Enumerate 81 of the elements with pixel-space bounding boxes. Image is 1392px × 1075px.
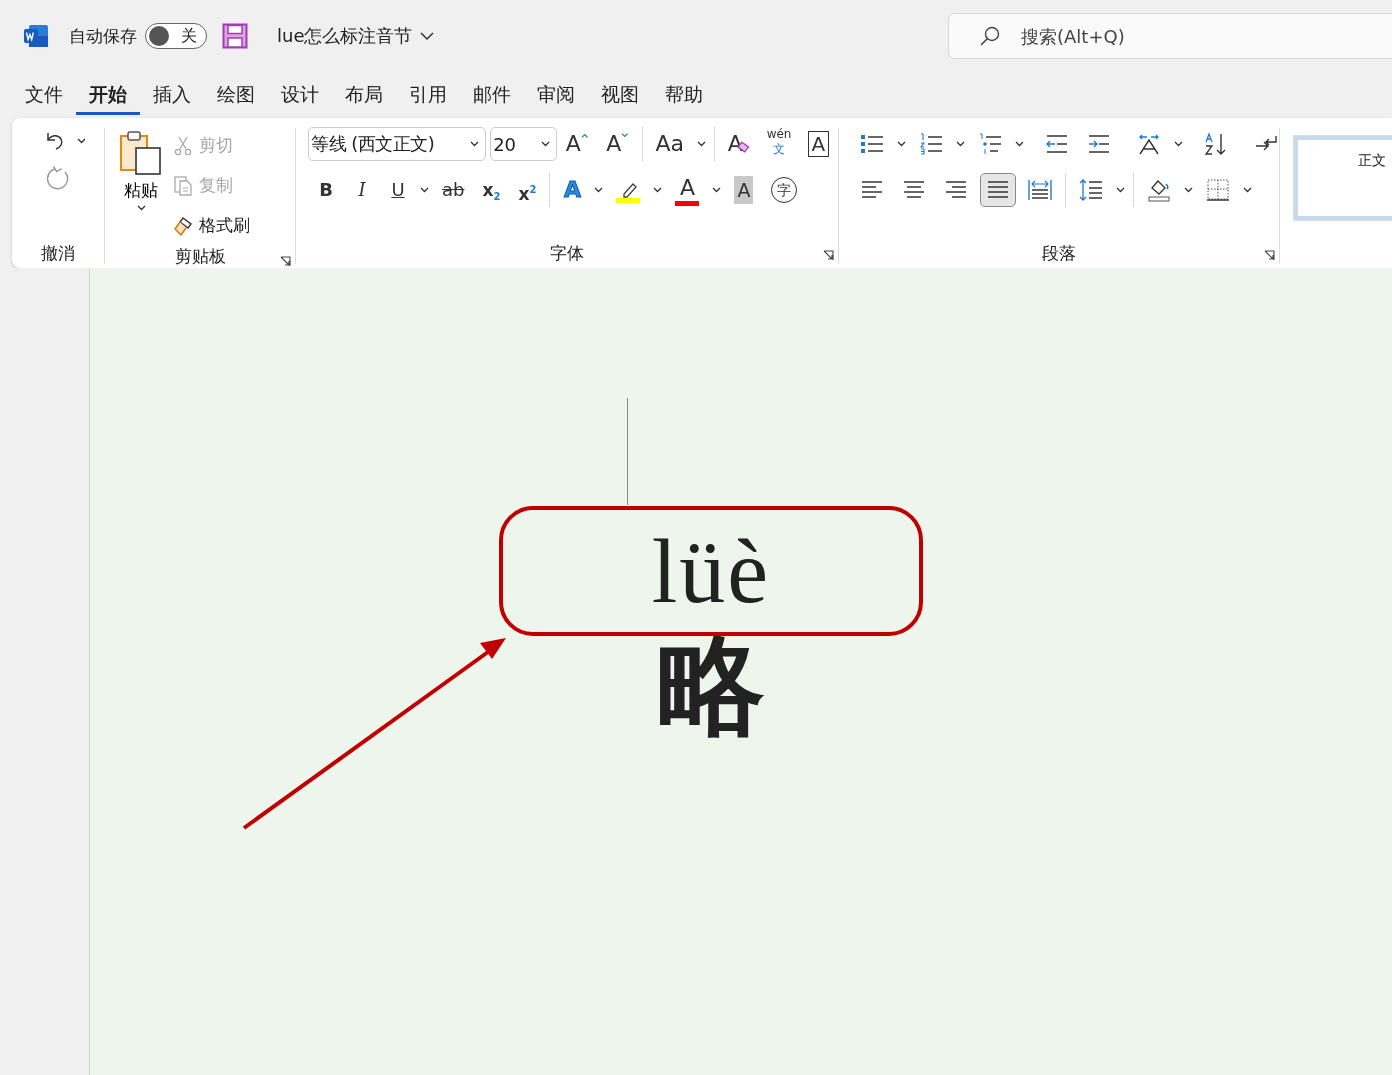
dialog-launcher-icon xyxy=(823,250,834,261)
ribbon-tab[interactable]: 布局 xyxy=(332,75,396,115)
paint-bucket-icon xyxy=(1147,178,1171,202)
caret-icon xyxy=(1116,187,1125,193)
bold-button[interactable]: B xyxy=(313,173,339,207)
clipboard-icon xyxy=(119,130,163,176)
word-logo-icon xyxy=(23,24,49,48)
ribbon-tab[interactable]: 审阅 xyxy=(524,75,588,115)
ribbon-tab[interactable]: 开始 xyxy=(76,75,140,115)
caret-icon xyxy=(653,187,663,193)
caret-icon xyxy=(956,141,965,147)
multilevel-list-icon xyxy=(978,132,1002,156)
redo-icon xyxy=(45,165,71,191)
subscript-button[interactable]: x$_{2}$ xyxy=(478,173,505,207)
pinyin-text: lüè xyxy=(651,519,771,624)
autosave-toggle[interactable]: 关 xyxy=(145,23,207,49)
grow-font-button[interactable]: A xyxy=(561,127,593,161)
ribbon-tab[interactable]: 引用 xyxy=(396,75,460,115)
caret-icon xyxy=(540,141,550,147)
caret-icon xyxy=(897,141,906,147)
font-size-dropdown[interactable]: 20 xyxy=(490,127,557,161)
dialog-launcher-icon xyxy=(1264,250,1275,261)
increase-indent-icon xyxy=(1087,132,1111,156)
ribbon-tab[interactable]: 插入 xyxy=(140,75,204,115)
text-direction-icon xyxy=(1137,132,1161,156)
sort-icon xyxy=(1204,132,1228,156)
document-title[interactable]: lue怎么标注音节 xyxy=(277,24,435,48)
search-icon xyxy=(979,25,1001,47)
chevron-down-icon xyxy=(420,31,435,41)
caret-icon xyxy=(1015,141,1024,147)
style-gallery-item[interactable]: 正文 xyxy=(1294,136,1392,220)
bullets-icon xyxy=(860,132,884,156)
group-label: 字体 xyxy=(550,241,584,265)
change-case-button[interactable]: Aa xyxy=(651,127,688,161)
caret-icon xyxy=(1174,141,1183,147)
scissors-icon xyxy=(173,134,193,156)
caret-icon xyxy=(696,141,706,147)
paste-button[interactable]: 粘贴 xyxy=(117,126,165,222)
caret-icon xyxy=(136,205,146,211)
font-name-dropdown[interactable]: 等线 (西文正文) xyxy=(308,127,487,161)
ribbon-tab[interactable]: 帮助 xyxy=(652,75,716,115)
borders-icon xyxy=(1206,178,1230,202)
ribbon-tab[interactable]: 文件 xyxy=(12,75,76,115)
caret-icon xyxy=(470,141,480,147)
group-label: 剪贴板 xyxy=(174,244,226,268)
search-field[interactable]: 搜索(Alt+Q) xyxy=(1019,24,1323,48)
search-box[interactable]: 搜索(Alt+Q) xyxy=(948,13,1392,59)
distributed-icon xyxy=(1028,178,1052,202)
caret-icon xyxy=(420,187,429,193)
phonetic-guide-button[interactable]: wén 文 xyxy=(764,127,794,161)
up-caret-icon xyxy=(580,133,589,138)
ribbon-tab[interactable]: 设计 xyxy=(268,75,332,115)
chinese-character: 略 xyxy=(657,626,765,746)
dialog-launcher-icon xyxy=(280,256,291,267)
group-label: 段落 xyxy=(1042,241,1076,265)
underline-button[interactable]: U xyxy=(385,173,411,207)
group-label: 撤消 xyxy=(41,241,75,265)
font-color-button[interactable]: A xyxy=(671,173,704,207)
ribbon-tab[interactable]: 视图 xyxy=(588,75,652,115)
numbering-icon xyxy=(919,132,943,156)
save-icon xyxy=(222,23,248,49)
caret-icon xyxy=(594,187,604,193)
format-painter-button[interactable]: 格式刷 xyxy=(171,206,252,244)
caret-icon xyxy=(1184,187,1193,193)
decrease-indent-icon xyxy=(1045,132,1069,156)
autosave-label: 自动保存 xyxy=(69,24,137,48)
ribbon-tab[interactable]: 绘图 xyxy=(204,75,268,115)
copy-icon xyxy=(173,174,193,196)
caret-icon xyxy=(76,138,86,144)
caret-icon xyxy=(712,187,722,193)
italic-button[interactable]: I xyxy=(349,173,375,207)
text-effects-button[interactable]: A xyxy=(559,173,586,207)
strikethrough-button[interactable]: ab xyxy=(438,173,469,207)
paintbrush-icon xyxy=(173,214,193,236)
justify-button[interactable] xyxy=(980,173,1016,207)
down-caret-icon xyxy=(621,133,629,138)
shrink-font-button[interactable]: A xyxy=(602,127,633,161)
ribbon-tab[interactable]: 邮件 xyxy=(460,75,524,115)
caret-icon xyxy=(1243,187,1252,193)
line-spacing-icon xyxy=(1079,178,1103,202)
superscript-button[interactable]: x$^{2}$ xyxy=(514,173,541,207)
